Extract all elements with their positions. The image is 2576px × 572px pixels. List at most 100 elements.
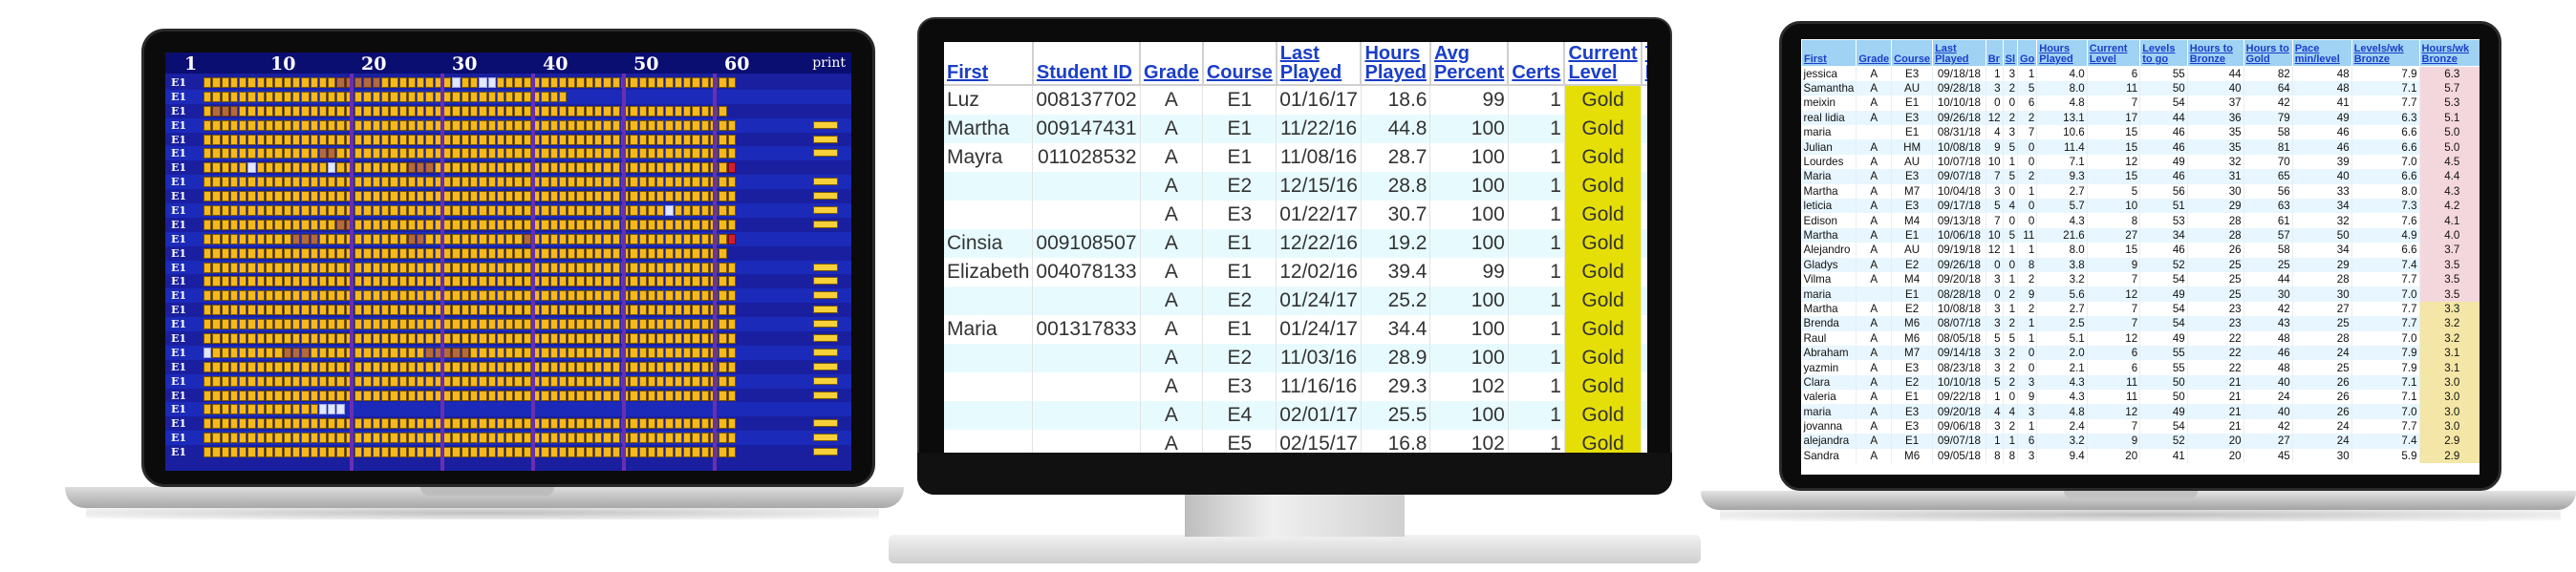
lesson-cell[interactable]: [247, 447, 256, 458]
lesson-cell[interactable]: [727, 191, 736, 202]
certificate-tag[interactable]: [813, 220, 838, 228]
lesson-cell[interactable]: [229, 433, 239, 444]
lesson-cell[interactable]: [417, 347, 425, 358]
lesson-cell[interactable]: [229, 119, 239, 131]
lesson-cell[interactable]: [469, 233, 479, 244]
lesson-cell[interactable]: [514, 134, 523, 145]
lesson-cell[interactable]: [407, 191, 417, 202]
lesson-cell[interactable]: [647, 105, 656, 117]
lesson-cell[interactable]: [496, 148, 505, 159]
grid-row[interactable]: E1: [165, 445, 851, 459]
lesson-cell[interactable]: [380, 418, 390, 430]
lesson-cell[interactable]: [425, 134, 434, 145]
lesson-cell[interactable]: [612, 162, 620, 174]
lesson-cell[interactable]: [665, 77, 674, 88]
lesson-cell[interactable]: [683, 148, 692, 159]
lesson-cell[interactable]: [719, 262, 727, 273]
lesson-cell[interactable]: [549, 262, 558, 273]
lesson-cell[interactable]: [523, 418, 531, 430]
lesson-cell[interactable]: [363, 390, 372, 401]
lesson-cell[interactable]: [212, 319, 221, 330]
lesson-cell[interactable]: [594, 390, 603, 401]
lesson-cell[interactable]: [469, 191, 479, 202]
lesson-cell[interactable]: [523, 105, 531, 117]
lesson-cell[interactable]: [274, 361, 283, 372]
lesson-cell[interactable]: [274, 375, 283, 387]
lesson-cell[interactable]: [274, 447, 283, 458]
lesson-cell[interactable]: [700, 433, 709, 444]
lesson-cell[interactable]: [692, 290, 700, 302]
lesson-cell[interactable]: [568, 191, 576, 202]
lesson-cell[interactable]: [318, 162, 328, 174]
lesson-cell[interactable]: [363, 162, 372, 174]
lesson-cell[interactable]: [479, 77, 487, 88]
lesson-cell[interactable]: [328, 305, 336, 316]
lesson-cell[interactable]: [204, 233, 212, 244]
lesson-cell[interactable]: [390, 418, 398, 430]
lesson-cell[interactable]: [612, 361, 620, 372]
lesson-cell[interactable]: [443, 319, 452, 330]
lesson-cell[interactable]: [328, 404, 336, 415]
lesson-cell[interactable]: [496, 205, 505, 217]
lesson-cell[interactable]: [523, 390, 531, 401]
lesson-cell[interactable]: [594, 162, 603, 174]
lesson-cell[interactable]: [656, 447, 665, 458]
lesson-cell[interactable]: [274, 262, 283, 273]
lesson-cell[interactable]: [683, 219, 692, 230]
lesson-cell[interactable]: [612, 247, 620, 259]
lesson-cell[interactable]: [354, 162, 363, 174]
lesson-cell[interactable]: [496, 91, 505, 102]
lesson-cell[interactable]: [291, 205, 301, 217]
lesson-cell[interactable]: [229, 390, 239, 401]
lesson-cell[interactable]: [310, 162, 318, 174]
grid-row[interactable]: E1: [165, 331, 851, 346]
lesson-cell[interactable]: [647, 119, 656, 131]
lesson-cell[interactable]: [487, 347, 496, 358]
lesson-cell[interactable]: [585, 375, 594, 387]
lesson-cell[interactable]: [283, 276, 291, 287]
lesson-cell[interactable]: [541, 91, 549, 102]
lesson-cell[interactable]: [363, 433, 372, 444]
lesson-cell[interactable]: [461, 305, 469, 316]
lesson-cell[interactable]: [585, 119, 594, 131]
lesson-cell[interactable]: [665, 333, 674, 345]
lesson-cell[interactable]: [700, 276, 709, 287]
lesson-cell[interactable]: [585, 361, 594, 372]
lesson-cell[interactable]: [425, 119, 434, 131]
lesson-cell[interactable]: [692, 134, 700, 145]
lesson-cell[interactable]: [239, 262, 247, 273]
lesson-cell[interactable]: [452, 247, 461, 259]
lesson-cell[interactable]: [274, 205, 283, 217]
lesson-cell[interactable]: [541, 134, 549, 145]
lesson-cell[interactable]: [647, 433, 656, 444]
lesson-cell[interactable]: [443, 105, 452, 117]
lesson-cell[interactable]: [390, 119, 398, 131]
lesson-cell[interactable]: [638, 276, 647, 287]
lesson-cell[interactable]: [328, 290, 336, 302]
lesson-cell[interactable]: [469, 262, 479, 273]
lesson-cell[interactable]: [372, 361, 380, 372]
lesson-cell[interactable]: [407, 91, 417, 102]
lesson-cell[interactable]: [407, 347, 417, 358]
lesson-cell[interactable]: [425, 177, 434, 188]
lesson-cell[interactable]: [461, 290, 469, 302]
lesson-cell[interactable]: [398, 290, 407, 302]
lesson-cell[interactable]: [647, 390, 656, 401]
lesson-cell[interactable]: [310, 361, 318, 372]
lesson-cell[interactable]: [283, 177, 291, 188]
lesson-cell[interactable]: [266, 105, 274, 117]
lesson-cell[interactable]: [336, 148, 345, 159]
lesson-cell[interactable]: [496, 290, 505, 302]
lesson-cell[interactable]: [256, 233, 266, 244]
lesson-cell[interactable]: [630, 148, 638, 159]
lesson-cell[interactable]: [256, 177, 266, 188]
lesson-cell[interactable]: [291, 418, 301, 430]
lesson-cell[interactable]: [692, 347, 700, 358]
lesson-cell[interactable]: [407, 418, 417, 430]
lesson-cell[interactable]: [247, 305, 256, 316]
lesson-cell[interactable]: [274, 290, 283, 302]
lesson-cell[interactable]: [487, 91, 496, 102]
lesson-cell[interactable]: [417, 219, 425, 230]
lesson-cell[interactable]: [665, 233, 674, 244]
lesson-cell[interactable]: [221, 418, 229, 430]
